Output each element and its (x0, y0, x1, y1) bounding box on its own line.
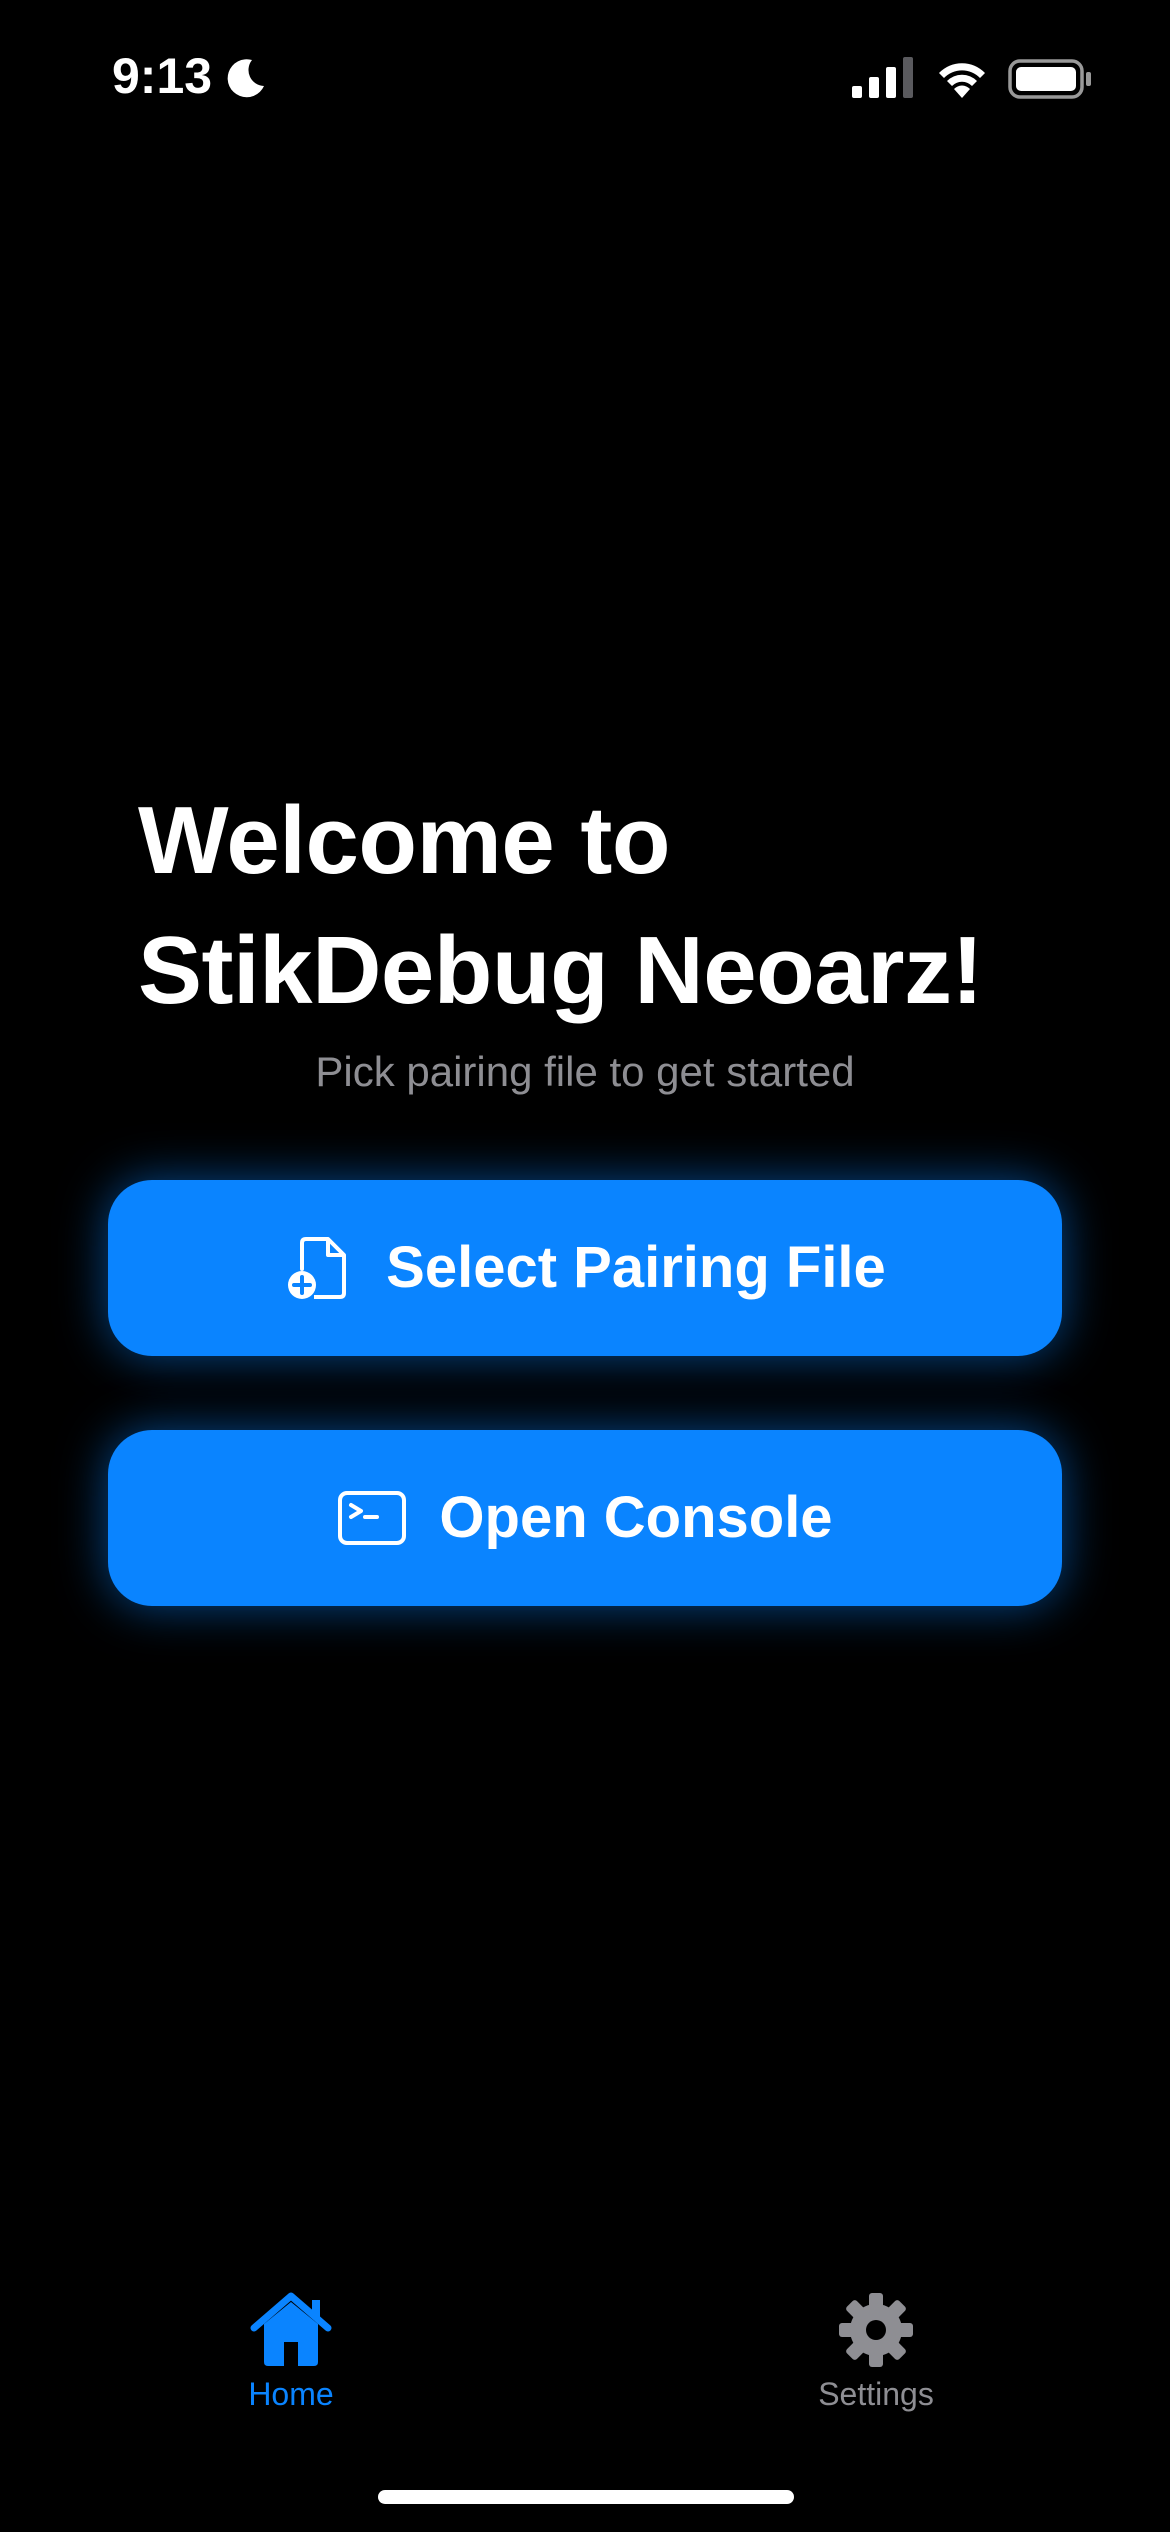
welcome-subtitle: Pick pairing file to get started (315, 1048, 855, 1095)
tab-home-label: Home (248, 2376, 334, 2412)
house-icon (250, 2292, 332, 2366)
tab-settings-label: Settings (818, 2376, 934, 2412)
gear-icon (839, 2293, 913, 2367)
status-bar: 9:13 (0, 0, 1170, 150)
tab-home[interactable]: Home (161, 2280, 421, 2430)
document-add-icon (288, 1237, 347, 1299)
open-console-label: Open Console (439, 1485, 833, 1550)
select-pairing-file-label: Select Pairing File (386, 1235, 886, 1300)
cellular-signal-icon (852, 57, 913, 98)
moon-icon (227, 59, 264, 98)
tab-settings[interactable]: Settings (746, 2280, 1006, 2430)
wifi-icon (939, 63, 985, 98)
status-time: 9:13 (112, 48, 213, 104)
open-console-button[interactable]: Open Console (108, 1430, 1062, 1606)
battery-icon (1008, 59, 1091, 99)
welcome-title: Welcome to StikDebug Neoarz! (138, 787, 983, 1024)
tab-bar: Home Settings (0, 2280, 1170, 2430)
home-indicator[interactable] (378, 2490, 794, 2504)
select-pairing-file-button[interactable]: Select Pairing File (108, 1180, 1062, 1356)
terminal-icon (338, 1491, 407, 1545)
